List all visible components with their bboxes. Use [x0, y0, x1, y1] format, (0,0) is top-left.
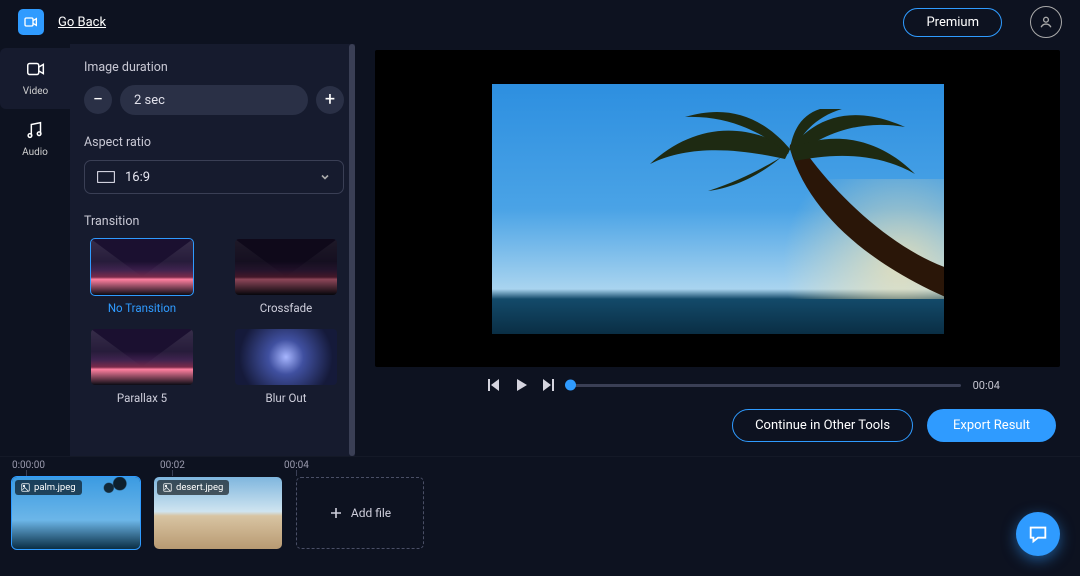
aspect-ratio-value: 16:9 [125, 170, 309, 185]
topbar: Go Back Premium [0, 0, 1080, 44]
add-file-tile[interactable]: Add file [296, 477, 424, 549]
clip-badge: palm.jpeg [15, 480, 82, 495]
app-logo [18, 9, 44, 35]
prev-button[interactable] [485, 377, 501, 393]
total-time: 00:04 [973, 379, 1000, 392]
continue-button[interactable]: Continue in Other Tools [732, 409, 913, 442]
go-back-link[interactable]: Go Back [58, 15, 106, 30]
transition-crossfade[interactable]: Crossfade [228, 239, 344, 315]
settings-panel: Image duration − 2 sec + Aspect ratio 16… [70, 44, 355, 456]
transition-blur-out[interactable]: Blur Out [228, 329, 344, 405]
transition-no-transition[interactable]: No Transition [84, 239, 200, 315]
timeline-clip-1[interactable]: palm.jpeg [12, 477, 140, 549]
preview-area: 00:04 Continue in Other Tools Export Res… [355, 44, 1080, 456]
tool-rail: Video Audio [0, 44, 70, 456]
export-button[interactable]: Export Result [927, 409, 1056, 442]
duration-decrement[interactable]: − [84, 86, 112, 114]
help-fab[interactable] [1016, 512, 1060, 556]
preview-frame [375, 50, 1060, 367]
progress-handle[interactable] [565, 380, 576, 391]
transition-label: Transition [84, 214, 344, 229]
clip-badge: desert.jpeg [157, 480, 229, 495]
premium-button[interactable]: Premium [903, 8, 1002, 37]
transition-parallax-5[interactable]: Parallax 5 [84, 329, 200, 405]
rail-video[interactable]: Video [0, 48, 71, 109]
rail-audio[interactable]: Audio [0, 109, 70, 170]
image-duration-label: Image duration [84, 60, 344, 75]
progress-bar[interactable] [569, 384, 961, 387]
timeline-ruler[interactable]: 0:00:00 00:02 00:04 [12, 457, 1068, 477]
timeline: 0:00:00 00:02 00:04 palm.jpeg desert.jpe… [0, 456, 1080, 576]
aspect-ratio-select[interactable]: 16:9 [84, 160, 344, 194]
duration-field[interactable]: 2 sec [120, 85, 308, 115]
rail-video-label: Video [23, 86, 48, 97]
next-button[interactable] [541, 377, 557, 393]
duration-increment[interactable]: + [316, 86, 344, 114]
play-button[interactable] [513, 377, 529, 393]
timeline-clip-2[interactable]: desert.jpeg [154, 477, 282, 549]
player-controls: 00:04 [375, 367, 1060, 393]
rail-audio-label: Audio [22, 147, 48, 158]
preview-canvas [492, 84, 944, 334]
profile-button[interactable] [1030, 6, 1062, 38]
aspect-ratio-label: Aspect ratio [84, 135, 344, 150]
